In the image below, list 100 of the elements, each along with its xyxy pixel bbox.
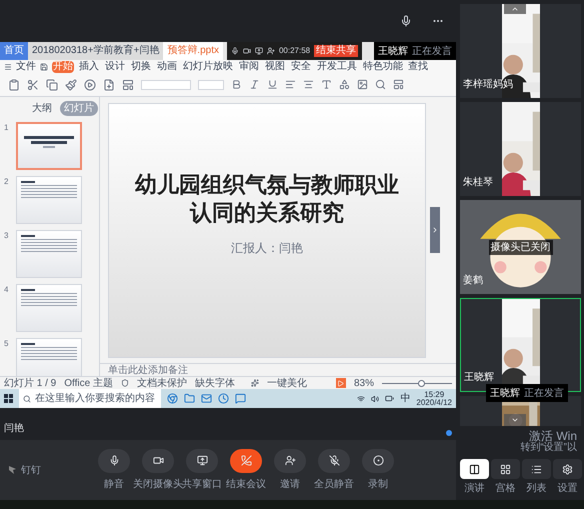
ribbon-tab[interactable]: 动画 [156, 60, 178, 72]
scroll-down-button[interactable] [504, 414, 526, 426]
notes-field[interactable]: 单击此处添加备注 [100, 363, 456, 376]
presenter-label: 汇报人：闫艳 [231, 240, 303, 257]
slide-thumbnail[interactable] [16, 230, 82, 278]
windows-logo-icon[interactable] [4, 394, 13, 403]
video-camera-icon[interactable] [242, 47, 251, 55]
text-box-icon[interactable] [321, 79, 332, 90]
ribbon-tab[interactable]: 审阅 [238, 60, 260, 72]
layout-button[interactable] [553, 459, 582, 479]
ribbon-tab[interactable]: 开发工具 [316, 60, 358, 72]
underline-icon[interactable] [267, 79, 278, 90]
control-label: 录制 [368, 478, 388, 492]
font-field[interactable] [141, 80, 191, 90]
layout-button[interactable] [491, 459, 520, 479]
participant-tile[interactable]: 摄像头已关闭 姜鹤 [460, 200, 581, 294]
control-button[interactable] [98, 448, 130, 472]
theme-name: Office 主题 [64, 376, 113, 390]
ribbon-tab[interactable]: 插入 [78, 60, 100, 72]
play-button[interactable] [336, 378, 346, 388]
layout-label: 设置 [558, 482, 578, 496]
slide-thumbnail[interactable] [16, 176, 82, 224]
panel-tab[interactable]: 大纲 [28, 101, 56, 116]
search-field[interactable]: 在这里输入你要搜索的内容 [19, 389, 161, 408]
taskbar-date: 2020/4/12 [416, 398, 452, 406]
control-label: 全员静音 [314, 478, 354, 492]
document-tab[interactable]: 2018020318+学前教育+闫艳 [28, 42, 164, 60]
layout-label: 演讲 [464, 482, 484, 496]
protection-status: 文档未保护 [136, 376, 187, 390]
align-center-icon[interactable] [303, 79, 314, 90]
document-tab[interactable]: 首页 [0, 42, 28, 60]
control-button[interactable] [362, 448, 394, 472]
mail-icon[interactable] [201, 393, 212, 404]
slide-thumbnail[interactable] [16, 338, 82, 376]
slide-thumbnail[interactable] [16, 284, 82, 332]
menu-icon[interactable] [4, 62, 12, 70]
layout-icon[interactable] [122, 78, 134, 90]
new-slide-icon[interactable] [103, 78, 115, 90]
shield-icon [120, 379, 129, 387]
slide-thumbnail[interactable] [16, 122, 82, 170]
microphone-icon[interactable] [230, 47, 239, 55]
ribbon-tab[interactable]: 特色功能 [362, 60, 404, 72]
folder-icon[interactable] [184, 393, 195, 404]
stop-share-button[interactable]: 结束共享 [314, 45, 358, 57]
hang-up-icon [240, 455, 252, 466]
copy-icon[interactable] [46, 78, 58, 90]
participant-tile[interactable]: 李梓瑶妈妈 [460, 4, 581, 98]
control-button[interactable] [318, 448, 350, 472]
video-camera-icon [152, 455, 164, 466]
browser-icon[interactable] [167, 393, 178, 404]
battery-icon [385, 394, 394, 403]
search-link[interactable]: 查找 [408, 59, 428, 74]
align-left-icon[interactable] [285, 79, 296, 90]
activation-notice: 转到“设置”以 [520, 442, 577, 454]
slide-number: 3 [4, 230, 10, 242]
slide-number: 5 [4, 338, 10, 350]
screen-share-icon[interactable] [254, 47, 263, 55]
font-size-field[interactable] [198, 80, 224, 90]
add-person-icon[interactable] [266, 47, 275, 55]
control-button[interactable] [142, 448, 174, 472]
control-button[interactable] [274, 448, 306, 472]
scissors-icon[interactable] [27, 78, 39, 90]
ribbon-tab[interactable]: 安全 [290, 60, 312, 72]
scroll-up-button[interactable] [504, 4, 526, 14]
image-icon[interactable] [357, 79, 368, 90]
ribbon-tab[interactable]: 切换 [130, 60, 152, 72]
zoom-thumb[interactable] [418, 380, 424, 386]
beautify-button[interactable]: 一键美化 [266, 376, 307, 390]
settings-icon [562, 464, 573, 474]
slide-count: 幻灯片 1 / 9 [4, 376, 56, 390]
search-icon[interactable] [375, 79, 386, 90]
clipboard-icon[interactable] [8, 78, 20, 90]
italic-icon[interactable] [249, 79, 260, 90]
microphone-icon[interactable] [400, 15, 412, 27]
control-label: 静音 [104, 478, 124, 492]
chevron-icon [431, 226, 439, 234]
play-circle-icon[interactable] [84, 78, 96, 90]
file-menu[interactable]: 文件 [16, 59, 36, 74]
save-icon[interactable] [40, 62, 48, 70]
grid-icon [500, 464, 511, 474]
participant-name: 姜鹤 [463, 274, 483, 288]
end-meeting-button[interactable] [230, 448, 262, 472]
layout-button[interactable] [460, 459, 489, 479]
shapes-icon[interactable] [339, 79, 350, 90]
missing-fonts-link[interactable]: 缺失字体 [194, 376, 235, 390]
participant-tile[interactable]: 朱桂琴 [460, 102, 581, 196]
ribbon-tab[interactable]: 设计 [104, 60, 126, 72]
template-icon[interactable] [393, 79, 404, 90]
paintbrush-icon[interactable] [65, 78, 77, 90]
ribbon-tab[interactable]: 幻灯片放映 [182, 60, 234, 72]
clock-icon[interactable] [218, 393, 229, 404]
layout-button[interactable] [522, 459, 551, 479]
chevron-up-icon [511, 5, 519, 13]
chat-icon[interactable] [235, 393, 246, 404]
control-label: 邀请 [280, 478, 300, 492]
layout-label: 列表 [526, 482, 546, 496]
ribbon-tab[interactable]: 视图 [264, 60, 286, 72]
input-method-indicator: 中 [400, 392, 410, 406]
bold-icon[interactable] [231, 79, 242, 90]
control-button[interactable] [186, 448, 218, 472]
